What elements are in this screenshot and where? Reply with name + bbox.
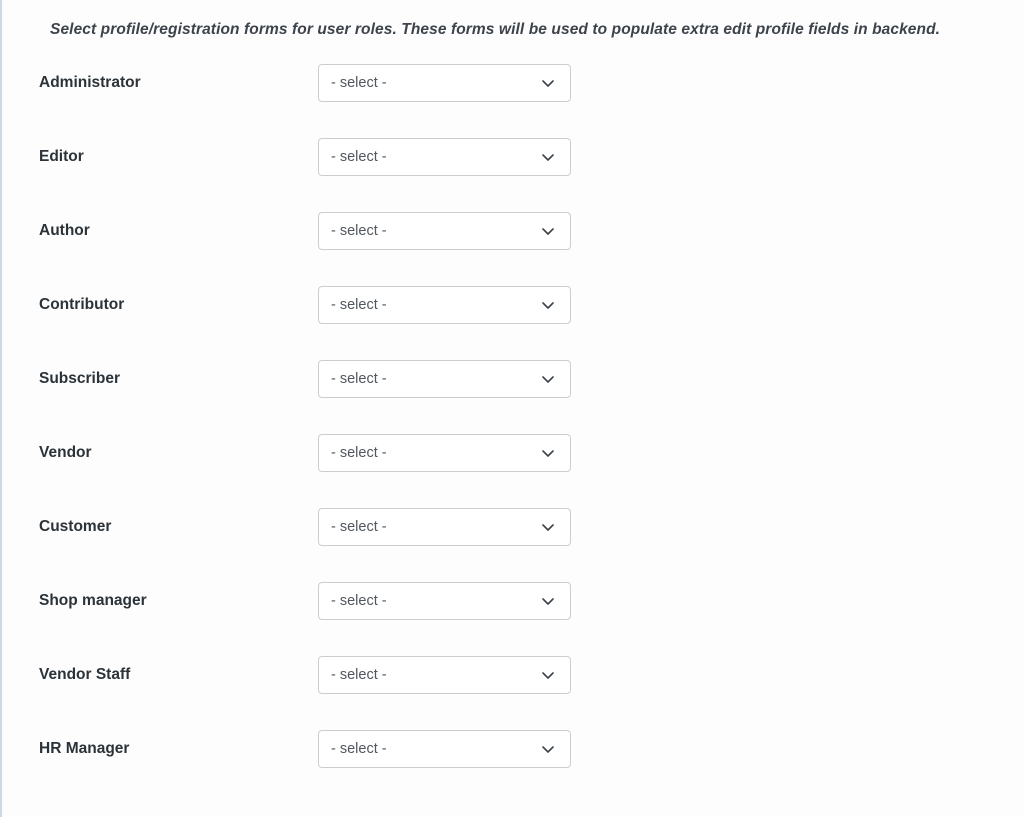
form-select-value-author: - select - [331,223,387,240]
form-select-contributor[interactable]: - select - [318,286,571,325]
form-select-hr-manager[interactable]: - select - [318,730,571,769]
chevron-down-icon [540,371,556,387]
role-label-editor: Editor [39,148,84,166]
form-select-value-vendor-staff: - select - [331,667,387,684]
role-row-administrator: Administrator - select - [2,64,1024,103]
role-row-hr-manager: HR Manager - select - [2,730,1024,769]
form-select-editor[interactable]: - select - [318,138,571,177]
form-select-vendor[interactable]: - select - [318,434,571,473]
form-select-wrapper-vendor: - select - [318,434,571,473]
chevron-down-icon [540,149,556,165]
role-label-author: Author [39,222,90,240]
form-select-shop-manager[interactable]: - select - [318,582,571,621]
chevron-down-icon [540,223,556,239]
role-row-author: Author - select - [2,212,1024,251]
form-select-wrapper-hr-manager: - select - [318,730,571,769]
form-select-wrapper-shop-manager: - select - [318,582,571,621]
form-select-value-vendor: - select - [331,445,387,462]
chevron-down-icon [540,297,556,313]
chevron-down-icon [540,445,556,461]
form-select-value-editor: - select - [331,149,387,166]
form-select-value-customer: - select - [331,519,387,536]
form-select-vendor-staff[interactable]: - select - [318,656,571,695]
role-row-subscriber: Subscriber - select - [2,360,1024,399]
form-select-wrapper-customer: - select - [318,508,571,547]
role-row-shop-manager: Shop manager - select - [2,582,1024,621]
chevron-down-icon [540,593,556,609]
role-row-editor: Editor - select - [2,138,1024,177]
chevron-down-icon [540,75,556,91]
role-label-hr-manager: HR Manager [39,740,130,758]
role-label-vendor-staff: Vendor Staff [39,666,131,684]
page-intro-description: Select profile/registration forms for us… [50,21,941,38]
role-row-vendor-staff: Vendor Staff - select - [2,656,1024,695]
role-forms-settings-panel: Select profile/registration forms for us… [0,0,1024,817]
form-select-wrapper-contributor: - select - [318,286,571,325]
form-select-administrator[interactable]: - select - [318,64,571,103]
role-label-contributor: Contributor [39,296,125,314]
role-label-vendor: Vendor [39,444,92,462]
form-select-wrapper-subscriber: - select - [318,360,571,399]
form-select-value-subscriber: - select - [331,371,387,388]
chevron-down-icon [540,667,556,683]
chevron-down-icon [540,741,556,757]
form-select-value-administrator: - select - [331,75,387,92]
form-select-wrapper-vendor-staff: - select - [318,656,571,695]
role-form-rows: Administrator - select - Editor - select… [2,40,1024,769]
role-row-customer: Customer - select - [2,508,1024,547]
form-select-value-shop-manager: - select - [331,593,387,610]
role-label-subscriber: Subscriber [39,370,120,388]
role-label-administrator: Administrator [39,74,141,92]
role-label-customer: Customer [39,518,112,536]
role-row-vendor: Vendor - select - [2,434,1024,473]
chevron-down-icon [540,519,556,535]
form-select-value-hr-manager: - select - [331,741,387,758]
form-select-wrapper-administrator: - select - [318,64,571,103]
form-select-wrapper-author: - select - [318,212,571,251]
form-select-wrapper-editor: - select - [318,138,571,177]
form-select-author[interactable]: - select - [318,212,571,251]
role-row-contributor: Contributor - select - [2,286,1024,325]
form-select-value-contributor: - select - [331,297,387,314]
role-label-shop-manager: Shop manager [39,592,147,610]
form-select-customer[interactable]: - select - [318,508,571,547]
form-select-subscriber[interactable]: - select - [318,360,571,399]
